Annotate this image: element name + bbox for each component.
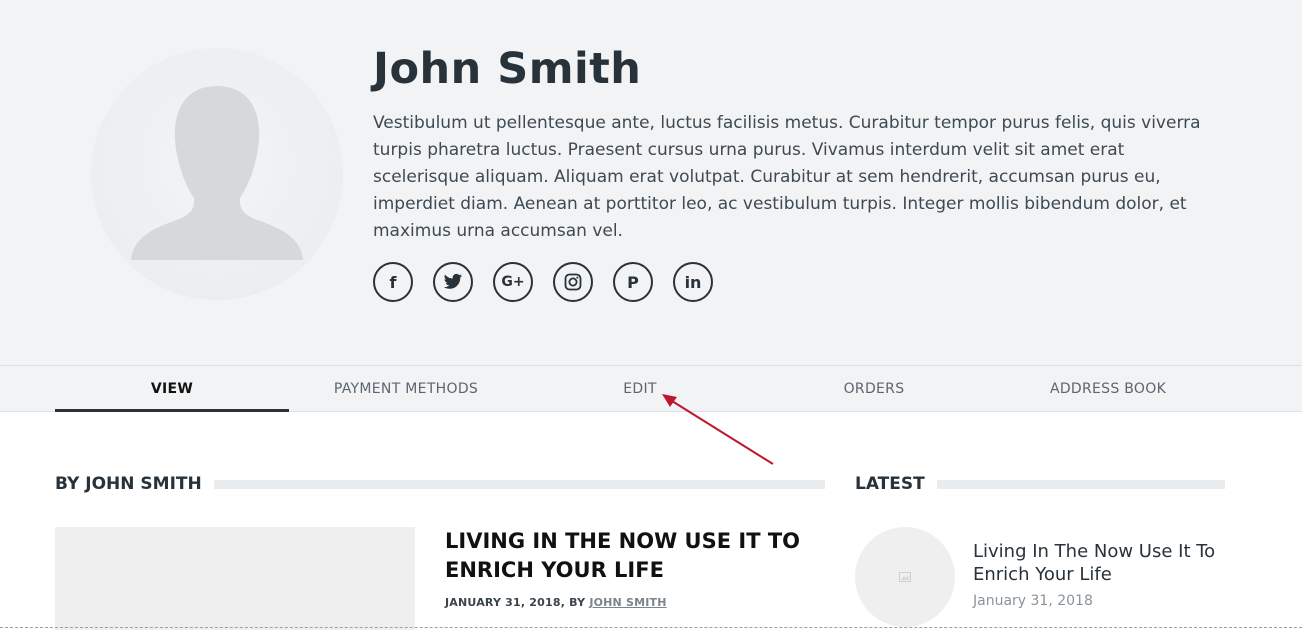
avatar bbox=[91, 48, 343, 300]
profile-header: John Smith Vestibulum ut pellentesque an… bbox=[0, 0, 1302, 366]
instagram-glyph-icon bbox=[564, 273, 582, 291]
heading-divider bbox=[936, 479, 1225, 489]
tab-address-book[interactable]: ADDRESS BOOK bbox=[991, 366, 1225, 411]
twitter-icon[interactable] bbox=[433, 262, 473, 302]
latest-post-date: January 31, 2018 bbox=[973, 593, 1093, 609]
post-author-link[interactable]: JOHN SMITH bbox=[589, 596, 666, 609]
latest-heading: LATEST bbox=[855, 474, 1225, 494]
profile-tabs: VIEW PAYMENT METHODS EDIT ORDERS ADDRESS… bbox=[0, 365, 1302, 412]
twitter-bird-icon bbox=[443, 273, 463, 289]
by-author-heading: BY JOHN SMITH bbox=[55, 474, 825, 494]
pinterest-icon[interactable]: P bbox=[613, 262, 653, 302]
profile-bio: Vestibulum ut pellentesque ante, luctus … bbox=[373, 113, 1201, 241]
instagram-icon[interactable] bbox=[553, 262, 593, 302]
heading-divider bbox=[213, 479, 825, 489]
social-links: f G+ P in bbox=[373, 262, 713, 302]
latest-post-title[interactable]: Living In The Now Use It To Enrich Your … bbox=[973, 540, 1223, 586]
latest-title-label: LATEST bbox=[855, 474, 925, 494]
image-placeholder-icon bbox=[899, 572, 911, 582]
linkedin-icon[interactable]: in bbox=[673, 262, 713, 302]
page-divider bbox=[0, 627, 1302, 628]
tab-orders[interactable]: ORDERS bbox=[757, 366, 991, 411]
post-meta: JANUARY 31, 2018, BY JOHN SMITH bbox=[445, 596, 667, 609]
google-plus-icon[interactable]: G+ bbox=[493, 262, 533, 302]
facebook-icon[interactable]: f bbox=[373, 262, 413, 302]
tab-view[interactable]: VIEW bbox=[55, 366, 289, 412]
tab-payment-methods[interactable]: PAYMENT METHODS bbox=[289, 366, 523, 411]
profile-name: John Smith bbox=[373, 44, 642, 94]
post-thumbnail[interactable] bbox=[55, 527, 415, 630]
by-author-title: BY JOHN SMITH bbox=[55, 474, 202, 494]
tab-edit[interactable]: EDIT bbox=[523, 366, 757, 411]
post-title[interactable]: LIVING IN THE NOW USE IT TO ENRICH YOUR … bbox=[445, 527, 825, 585]
post-date: JANUARY 31, 2018, BY bbox=[445, 596, 590, 609]
user-silhouette-icon bbox=[131, 86, 303, 260]
latest-thumbnail[interactable] bbox=[855, 527, 955, 627]
